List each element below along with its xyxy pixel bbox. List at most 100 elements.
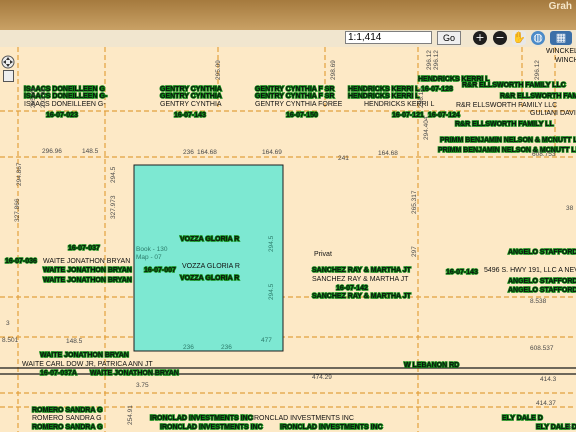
- dimension-label: 3.75: [136, 382, 149, 389]
- road-label: W LEBANON RD: [403, 361, 460, 370]
- dimension-label: 474.29: [312, 374, 332, 381]
- owner-label: WAITE JONATHON BRYAN: [89, 369, 179, 378]
- dimension-label: 414.3: [540, 376, 557, 383]
- owner-label: WAITE JONATHON BRYAN: [42, 276, 132, 285]
- parcel-id-label: 16-07-143: [173, 111, 207, 120]
- owner-label: WINCKEL: [546, 48, 576, 55]
- parcel-id-label: 16-07-036: [4, 257, 38, 266]
- parcel-id-label: 16-07-150: [285, 111, 319, 120]
- owner-label: ELY DALE D: [501, 414, 543, 423]
- dimension-label: 414.37: [536, 400, 556, 407]
- owner-label: IRONCLAD INVESTMENTS INC: [252, 415, 354, 422]
- dimension-label: 294.404: [423, 116, 430, 141]
- owner-label: R&R ELLSWORTH FAMILY LL: [454, 120, 554, 129]
- owner-label: WAITE CARL DOW JR, PATRICA ANN JT: [22, 361, 153, 368]
- parcel-id-label: 16-07-007: [143, 266, 177, 275]
- owner-label: SANCHEZ RAY & MARTHA JT: [311, 292, 412, 301]
- parcel-id-label: 16-07-142: [335, 284, 369, 293]
- owner-label: WAITE JONATHON BRYAN: [43, 258, 131, 265]
- dimension-label: 265.317: [411, 190, 418, 215]
- owner-label: IRONCLAD INVESTMENTS INC: [159, 423, 263, 432]
- dimension-label: 296.96: [42, 148, 62, 155]
- owner-label: VOZZA GLORIA R: [182, 263, 240, 270]
- parcel-id-label: 16-07-023: [45, 111, 79, 120]
- dimension-label: 164.69: [262, 149, 282, 156]
- dimension-label: 295.09: [30, 88, 37, 108]
- dimension-label: 294.867: [16, 162, 23, 187]
- owner-label: Privat: [314, 251, 332, 258]
- parcel-id-label: 16-07-121: [391, 111, 425, 120]
- parcel-id-label: 16-07-037: [67, 244, 101, 253]
- dimension-label: 327.866: [14, 198, 21, 223]
- owner-label: GENTRY CYNTHIA FOREE: [255, 101, 343, 108]
- dimension-label: 38: [566, 205, 574, 212]
- dimension-label: 293.09: [40, 88, 47, 108]
- owner-label: VOZZA GLORIA R: [179, 274, 240, 283]
- owner-label: R&R ELLSWORTH FAMILY LLC: [456, 102, 558, 109]
- owner-label: GENTRY CYNTHIA: [159, 92, 222, 101]
- dimension-label: 254.91: [127, 405, 134, 425]
- owner-label: IRONCLAD INVESTMENTS INC: [279, 423, 383, 432]
- dimension-label: 298.69: [330, 60, 337, 80]
- parcel-id-label: 16-07-037A: [39, 369, 78, 378]
- dimension-label: 296.12: [418, 88, 425, 108]
- owner-label: R&R ELLSWORTH FAMILY LLC: [499, 92, 576, 101]
- brand-label: Grah: [548, 1, 572, 12]
- owner-label: ANGELO STAFFORD: [507, 248, 576, 257]
- owner-label: VOZZA GLORIA R: [179, 235, 240, 244]
- owner-label: ANGELO STAFFORD: [507, 277, 576, 286]
- owner-label: ROMERO SANDRA G: [31, 423, 103, 432]
- dimension-label: 297: [411, 246, 418, 257]
- owner-label: R&R ELLSWORTH FAMILY LLC: [461, 81, 566, 90]
- owner-label: ROMERO SANDRA G: [31, 406, 103, 415]
- dimension-label: 296.12: [433, 50, 440, 70]
- pan-hand-icon[interactable]: ✋: [512, 31, 526, 45]
- overview-icon[interactable]: ▦: [550, 31, 572, 45]
- dimension-label: 294.5: [110, 166, 117, 183]
- dimension-label: 5: [568, 424, 572, 431]
- dimension-label: 241: [338, 155, 349, 162]
- dimension-label: 236: [183, 149, 194, 156]
- owner-label: IRONCLAD INVESTMENTS INC: [149, 414, 253, 423]
- full-extent-globe-icon[interactable]: ◍: [531, 31, 545, 45]
- owner-label: GENTRY CYNTHIA: [160, 101, 222, 108]
- app-header-bar: Grah: [0, 0, 576, 30]
- dimension-label: 236: [183, 344, 194, 351]
- dimension-label: 164.68: [378, 150, 398, 157]
- owner-label: PRIMM BENJAMIN NELSON & MCNUTT LI: [439, 136, 576, 145]
- dimension-label: 477: [261, 337, 272, 344]
- owner-label: WAITE JONATHON BRYAN: [39, 351, 129, 360]
- book-label: Book - 130: [136, 246, 168, 253]
- owner-label: SANCHEZ RAY & MARTHA JT: [312, 276, 409, 283]
- owner-label: WINCH: [555, 57, 576, 64]
- owner-label: WAITE JONATHON BRYAN: [42, 266, 132, 275]
- owner-label: GENTRY CYNTHIA F SR: [254, 92, 335, 101]
- owner-label: HENDRICKS KERRI L: [347, 92, 420, 101]
- owner-label: GULIANI DAVI: [530, 110, 576, 117]
- map-toolbar: [0, 30, 576, 48]
- dimension-label: 148.5: [82, 148, 99, 155]
- pan-control-icon[interactable]: [1, 55, 15, 69]
- dimension-label: 295.09: [215, 60, 222, 80]
- scale-input[interactable]: [345, 31, 432, 44]
- dimension-label: 294.5: [268, 235, 275, 252]
- parcel-id-label: 16-07-124: [427, 111, 461, 120]
- map-label: Map - 07: [136, 254, 162, 261]
- zoom-out-icon[interactable]: −: [493, 31, 507, 45]
- zoom-slider[interactable]: [3, 70, 14, 82]
- owner-label: ROMERO SANDRA G: [32, 415, 102, 422]
- parcel-id-label: 16-07-143: [445, 268, 479, 277]
- dimension-label: 8.501: [2, 337, 19, 344]
- dimension-label: 294.5: [268, 283, 275, 300]
- dimension-label: 8.538: [530, 298, 547, 305]
- zoom-in-icon[interactable]: +: [473, 31, 487, 45]
- owner-label: 5496 S. HWY 191, LLC A NEV: [484, 267, 576, 274]
- dimension-label: 608.753: [532, 151, 556, 158]
- dimension-label: 327.973: [110, 195, 117, 220]
- dimension-label: 3: [6, 320, 10, 327]
- dimension-label: 164.68: [197, 149, 217, 156]
- owner-label: SANCHEZ RAY & MARTHA JT: [311, 266, 412, 275]
- dimension-label: 296.12: [534, 60, 541, 80]
- go-button[interactable]: Go: [437, 31, 461, 45]
- dimension-label: 236: [221, 344, 232, 351]
